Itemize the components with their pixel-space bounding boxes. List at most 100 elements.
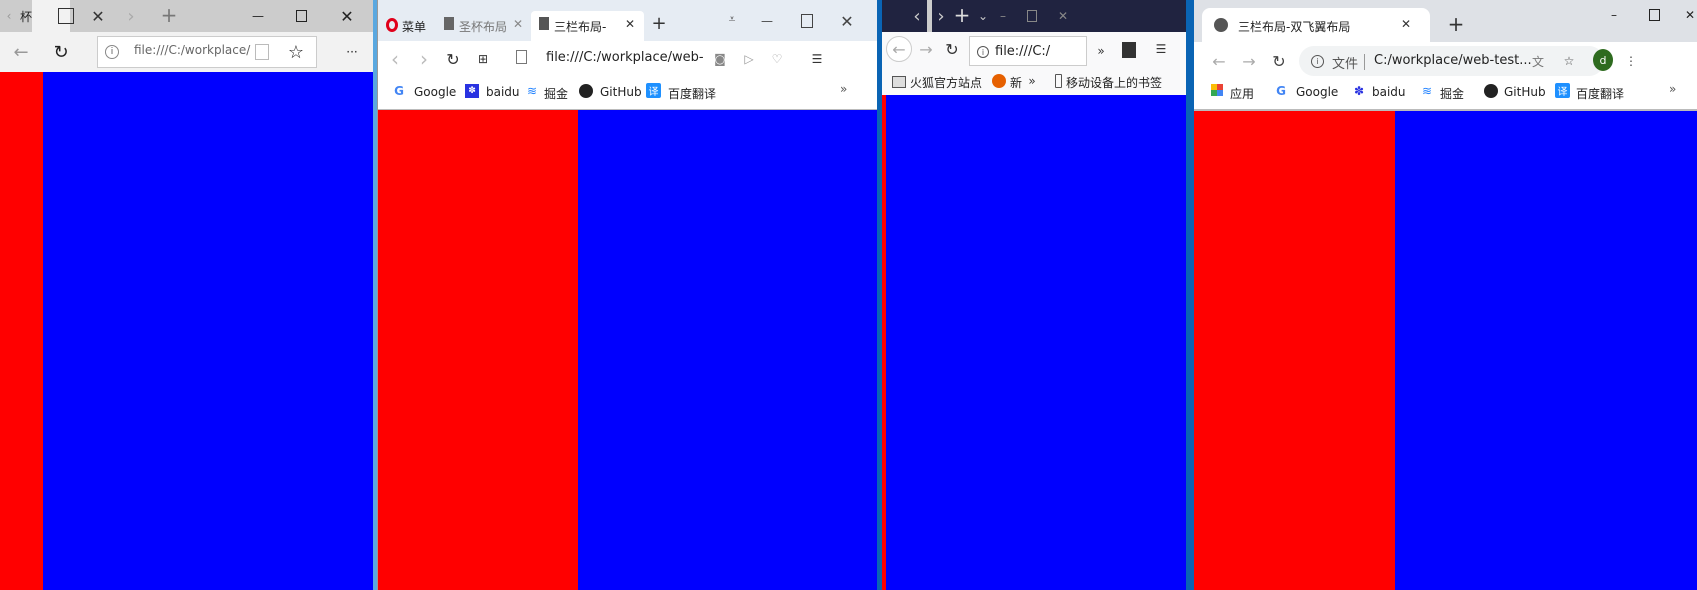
- bookmark-google[interactable]: Google: [1296, 85, 1338, 99]
- forward-icon[interactable]: →: [916, 38, 936, 60]
- new-tab-icon[interactable]: +: [952, 3, 972, 27]
- tab-scroll-thumb[interactable]: [927, 0, 932, 32]
- close-window-icon[interactable]: ✕: [838, 12, 856, 31]
- new-tab-icon[interactable]: +: [1446, 12, 1466, 36]
- snapshot-icon[interactable]: ◙: [711, 48, 729, 70]
- tab-list-icon[interactable]: ⌄: [974, 6, 992, 26]
- reading-view-icon[interactable]: [255, 44, 269, 60]
- minimize-icon[interactable]: –: [1605, 6, 1623, 24]
- easy-setup-icon[interactable]: ☰: [808, 48, 826, 70]
- overflow-icon[interactable]: »: [1092, 40, 1110, 62]
- speed-dial-icon[interactable]: ⊞: [474, 48, 492, 70]
- close-tab-icon[interactable]: ✕: [1398, 16, 1414, 32]
- close-window-icon[interactable]: ✕: [1681, 6, 1697, 24]
- avatar[interactable]: d: [1593, 49, 1613, 71]
- tab-title[interactable]: 三栏布局-双飞翼布局: [1238, 18, 1350, 35]
- bookmark-mobile[interactable]: 移动设备上的书签: [1066, 74, 1162, 91]
- forward-icon[interactable]: ›: [415, 47, 433, 71]
- translate-icon[interactable]: 文: [1530, 52, 1546, 70]
- info-icon[interactable]: i: [1311, 55, 1324, 68]
- opera-window: 菜单 圣杯布局 ✕ 三栏布局- ✕ + ⩡ — ✕ ‹ › ↻ ⊞ file:/…: [377, 0, 877, 590]
- main-column: [43, 72, 373, 590]
- close-window-icon[interactable]: ✕: [337, 6, 357, 26]
- edge-tab-truncated[interactable]: 杯: [20, 8, 32, 25]
- info-icon[interactable]: i: [105, 45, 119, 59]
- address-text[interactable]: file:///C:/: [995, 44, 1050, 59]
- bookmark-new[interactable]: 新: [1010, 74, 1022, 91]
- bookmark-juejin[interactable]: 掘金: [544, 85, 568, 102]
- bookmark-apps[interactable]: 应用: [1230, 85, 1254, 102]
- opera-menu-label[interactable]: 菜单: [402, 18, 426, 35]
- bookmark-fanyi[interactable]: 百度翻译: [668, 85, 716, 102]
- close-tab-icon[interactable]: ✕: [88, 6, 108, 26]
- fanyi-icon: 译: [646, 83, 661, 98]
- new-tab-icon[interactable]: +: [650, 13, 668, 34]
- address-text[interactable]: file:///C:/workplace/web-: [546, 50, 704, 65]
- reload-icon[interactable]: ↻: [444, 48, 462, 70]
- favorite-star-icon[interactable]: ☆: [285, 40, 307, 64]
- bookmark-github[interactable]: GitHub: [1504, 85, 1546, 99]
- page-info-icon[interactable]: [516, 50, 527, 64]
- minimize-icon[interactable]: —: [758, 12, 776, 30]
- reload-icon[interactable]: ↻: [1269, 50, 1289, 72]
- folder-icon: [892, 76, 906, 88]
- maximize-icon[interactable]: [296, 10, 307, 22]
- maximize-icon[interactable]: [1027, 10, 1037, 22]
- tab-scroll-left-icon[interactable]: ‹: [910, 6, 924, 27]
- chrome-window: 三栏布局-双飞翼布局 ✕ + – ✕ ← → ↻ i 文件 C:/workpla…: [1194, 0, 1697, 590]
- tab-label[interactable]: 圣杯布局: [459, 18, 507, 35]
- bookmarks-overflow[interactable]: »: [1669, 82, 1676, 96]
- google-icon: G: [1276, 84, 1286, 98]
- back-icon[interactable]: ←: [1209, 50, 1229, 72]
- bookmark-juejin[interactable]: 掘金: [1440, 85, 1464, 102]
- bookmark-fanyi[interactable]: 百度翻译: [1576, 85, 1624, 102]
- bookmarks-overflow[interactable]: »: [840, 82, 847, 96]
- bookmarks-overflow-icon[interactable]: »: [1025, 72, 1039, 90]
- send-icon[interactable]: ▷: [740, 48, 758, 70]
- bookmark-firefox-site[interactable]: 火狐官方站点: [910, 74, 982, 91]
- bookmark-google[interactable]: Google: [414, 85, 456, 99]
- back-icon[interactable]: ←: [10, 40, 32, 64]
- bookmark-baidu[interactable]: baidu: [486, 85, 520, 99]
- close-tab-icon[interactable]: ✕: [510, 16, 526, 32]
- bookmark-star-icon[interactable]: ☆: [1560, 50, 1578, 72]
- apps-icon: [1211, 84, 1223, 96]
- tab-scroll-left-icon[interactable]: ‹: [2, 6, 16, 26]
- new-tab-icon[interactable]: +: [158, 3, 180, 27]
- main-column: [886, 95, 1186, 590]
- tab-menu-icon[interactable]: ⩡: [723, 10, 741, 28]
- close-window-icon[interactable]: ✕: [1054, 6, 1072, 26]
- maximize-icon[interactable]: [1649, 9, 1660, 21]
- more-icon[interactable]: ⋮: [1624, 50, 1638, 72]
- address-text[interactable]: C:/workplace/web-test...: [1374, 53, 1532, 68]
- bookmark-baidu[interactable]: baidu: [1372, 85, 1406, 99]
- minimize-icon[interactable]: –: [994, 6, 1012, 26]
- close-tab-icon[interactable]: ✕: [622, 16, 638, 32]
- back-icon[interactable]: ←: [886, 36, 912, 62]
- tab-preview-icon[interactable]: [58, 8, 74, 24]
- reload-icon[interactable]: ↻: [942, 38, 962, 60]
- forward-icon[interactable]: →: [1239, 50, 1259, 72]
- main-column: [578, 110, 877, 590]
- bookmark-github[interactable]: GitHub: [600, 85, 642, 99]
- refresh-icon[interactable]: ↻: [50, 40, 72, 64]
- maximize-icon[interactable]: [801, 14, 813, 28]
- tab-scroll-right-icon[interactable]: ›: [124, 6, 138, 27]
- extension-icon[interactable]: [1122, 42, 1136, 58]
- more-icon[interactable]: ···: [340, 40, 364, 64]
- divider: [1364, 54, 1365, 70]
- left-column: [0, 72, 43, 590]
- minimize-icon[interactable]: —: [248, 6, 268, 26]
- info-icon[interactable]: i: [977, 46, 989, 58]
- address-prefix: 文件: [1332, 57, 1359, 72]
- tab-scroll-right-icon[interactable]: ›: [934, 6, 948, 27]
- menu-icon[interactable]: ☰: [1152, 38, 1170, 60]
- heart-icon[interactable]: ♡: [768, 48, 786, 70]
- globe-icon: [1214, 18, 1228, 32]
- opera-logo-icon[interactable]: [386, 18, 398, 32]
- address-text[interactable]: file:///C:/workplace/: [134, 43, 250, 57]
- main-column: [1395, 111, 1697, 590]
- back-icon[interactable]: ‹: [386, 47, 404, 71]
- tab-label[interactable]: 三栏布局-: [554, 18, 606, 35]
- baidu-icon: ✽: [1353, 84, 1365, 98]
